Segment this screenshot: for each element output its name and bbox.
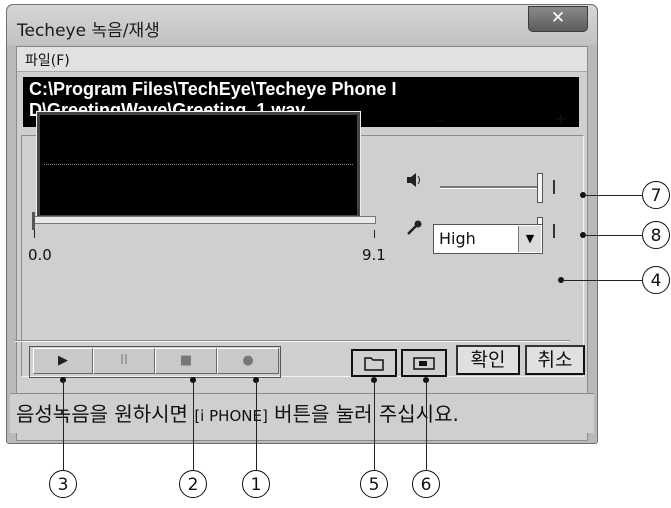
callout-6: 6	[412, 470, 440, 498]
callout-line-5	[374, 380, 375, 470]
waveform-baseline	[44, 164, 353, 165]
file-path-line-1: C:\Program Files\TechEye\Techeye Phone I	[29, 79, 397, 99]
speaker-volume-track[interactable]	[440, 186, 542, 189]
ok-button[interactable]: 확인	[456, 345, 520, 375]
pause-button[interactable]: II	[93, 348, 155, 374]
slider-min-label: --	[435, 113, 445, 128]
chevron-down-icon[interactable]: ▼	[518, 226, 541, 252]
save-file-button[interactable]	[401, 349, 447, 377]
speaker-volume-thumb[interactable]	[537, 173, 543, 203]
callout-2: 2	[179, 470, 207, 498]
close-button[interactable]: ✕	[528, 6, 588, 32]
playback-progress-thumb[interactable]	[32, 212, 35, 230]
menu-file[interactable]: 파일(F)	[25, 50, 70, 70]
timeline-start-label: 0.0	[28, 246, 52, 264]
record-button[interactable]: ●	[217, 348, 279, 374]
title-bar: Techeye 녹음/재생 ✕	[7, 5, 597, 45]
speaker-volume-tick	[553, 180, 555, 194]
play-button[interactable]: ▶	[33, 348, 93, 374]
speaker-icon	[405, 171, 423, 194]
quality-selected-value: High	[439, 229, 476, 248]
callout-7: 7	[642, 181, 670, 209]
play-icon: ▶	[58, 353, 68, 368]
status-bar: 음성녹음을 원하시면 [i PHONE] 버튼을 눌러 주십시요.	[10, 393, 594, 433]
callout-line-1	[256, 380, 257, 470]
callout-line-7	[583, 195, 643, 196]
open-file-button[interactable]	[351, 349, 397, 377]
record-icon: ●	[242, 353, 254, 368]
callout-line-3	[63, 380, 64, 470]
playback-progress-track[interactable]	[33, 216, 376, 224]
timeline-start-tick	[34, 230, 35, 238]
callout-5: 5	[360, 470, 388, 498]
folder-icon	[364, 357, 384, 371]
callout-line-8	[583, 235, 643, 236]
callout-4: 4	[642, 266, 670, 294]
callout-line-4	[561, 280, 643, 281]
slider-max-label: +	[554, 109, 569, 129]
timeline-end-tick	[374, 230, 375, 238]
status-text-1: 음성녹음을 원하시면	[16, 402, 195, 426]
mic-volume-tick	[553, 224, 555, 238]
callout-line-6	[426, 380, 427, 470]
status-text-3: 버튼을 눌러 주십시요.	[267, 402, 459, 426]
cancel-button[interactable]: 취소	[525, 345, 585, 375]
callout-line-2	[193, 380, 194, 470]
callout-8: 8	[642, 221, 670, 249]
divider	[14, 340, 570, 342]
stop-button[interactable]: ■	[155, 348, 217, 374]
window-title: Techeye 녹음/재생	[17, 21, 160, 41]
save-icon	[413, 357, 435, 370]
waveform-display	[36, 111, 361, 219]
microphone-icon	[405, 219, 423, 242]
stop-icon: ■	[179, 353, 193, 368]
timeline-end-label: 9.1	[362, 246, 386, 264]
menu-bar: 파일(F)	[17, 47, 587, 72]
pause-icon: II	[120, 353, 128, 368]
callout-1: 1	[242, 470, 270, 498]
callout-3: 3	[49, 470, 77, 498]
quality-select[interactable]: High ▼	[433, 224, 543, 254]
